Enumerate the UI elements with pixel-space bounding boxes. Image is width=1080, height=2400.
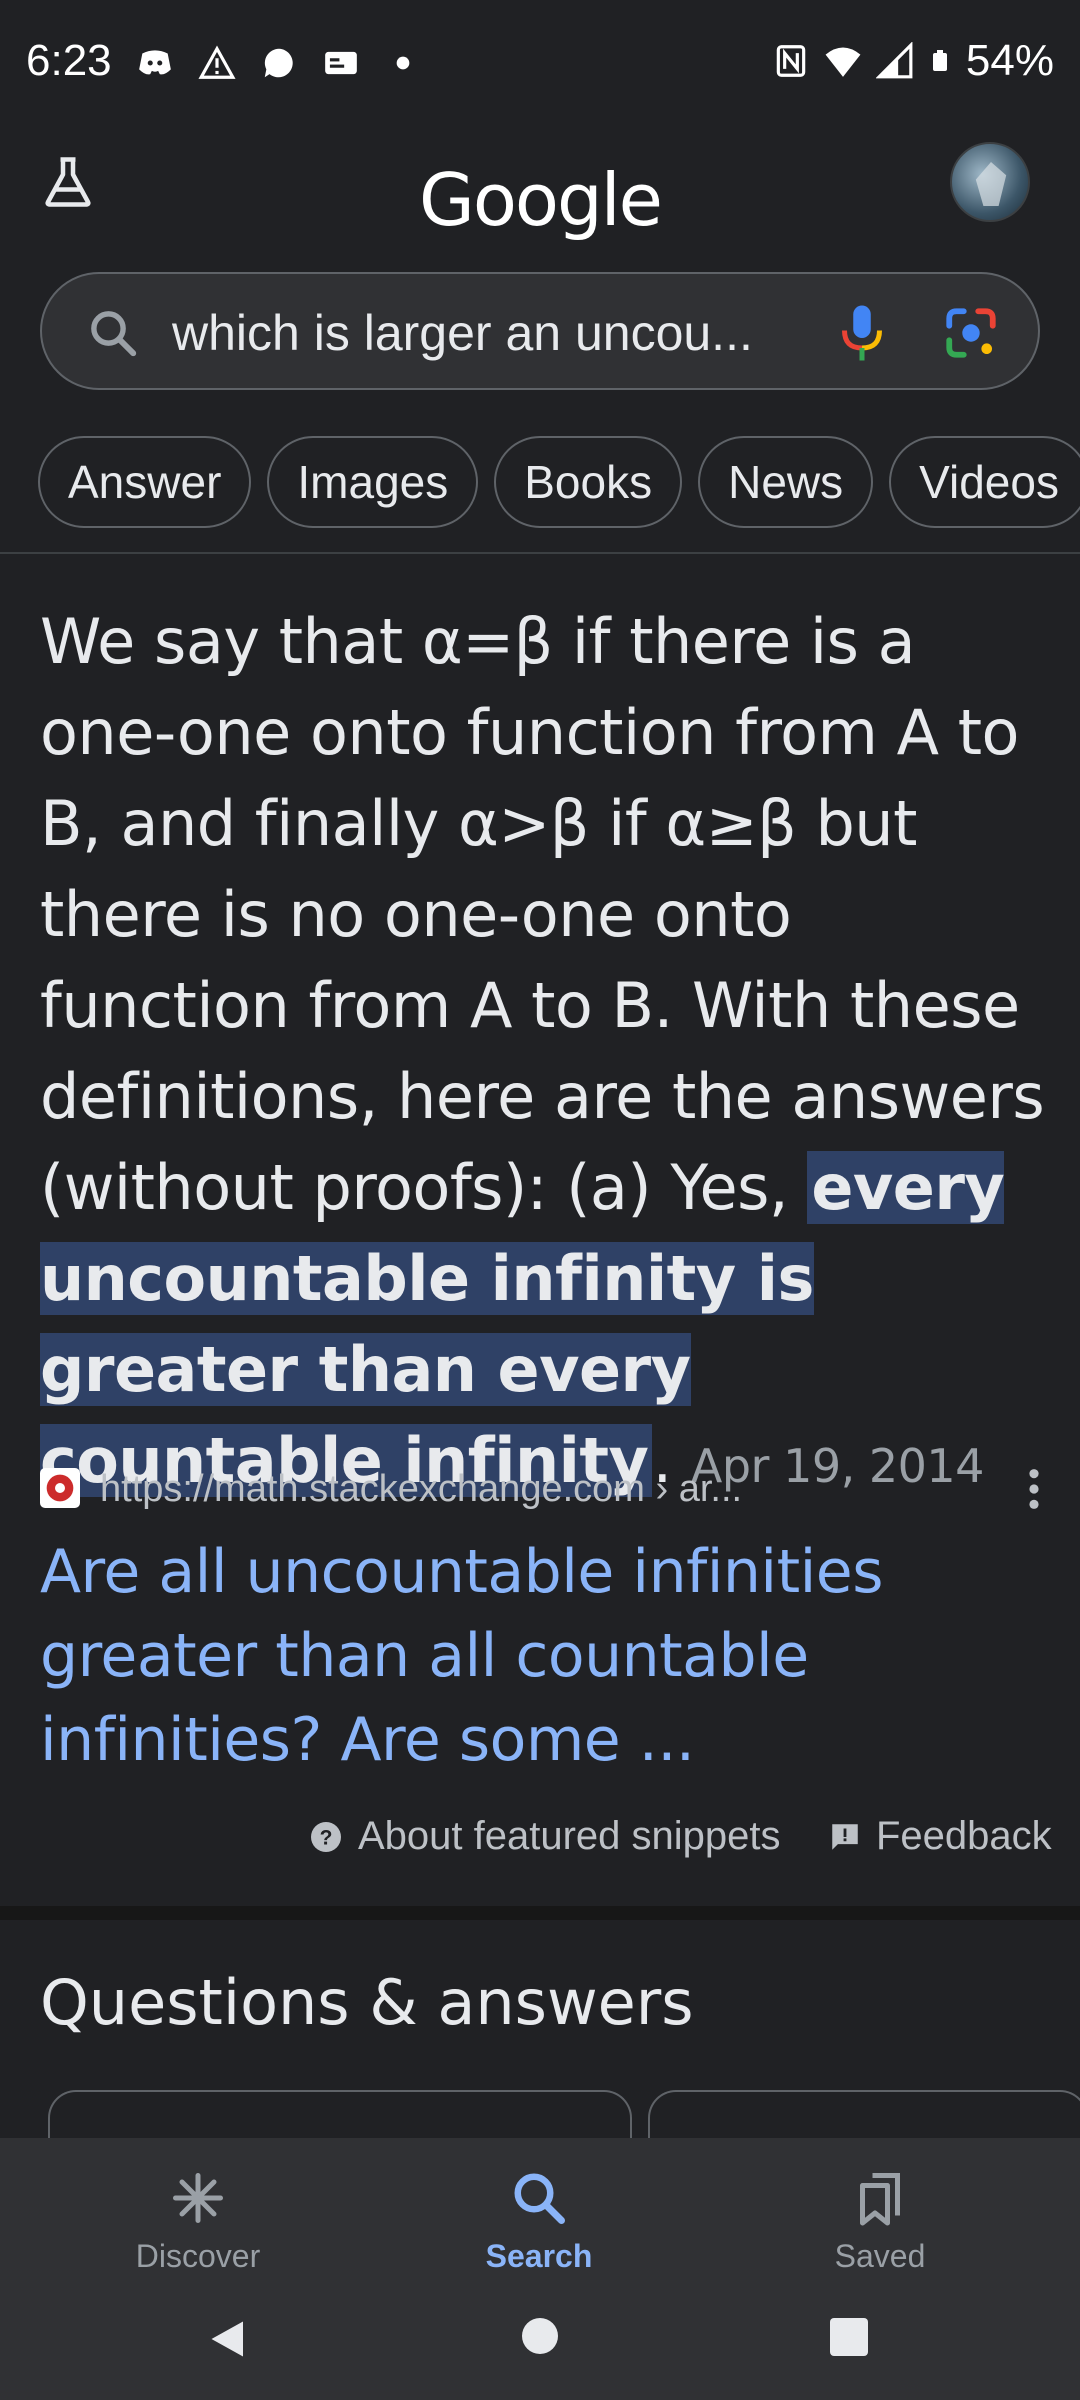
nav-search[interactable]: Search — [419, 2168, 659, 2275]
result-source[interactable]: https://math.stackexchange.com › ar... — [40, 1460, 1040, 1520]
system-navigation-bar — [0, 2300, 1080, 2380]
svg-text:?: ? — [320, 1826, 333, 1849]
nav-saved-label: Saved — [834, 2238, 926, 2274]
nav-search-label: Search — [485, 2238, 593, 2274]
chip-images[interactable]: Images — [267, 436, 479, 528]
id-card-icon — [325, 51, 357, 75]
section-separator — [0, 1906, 1080, 1920]
recent-apps-icon[interactable] — [830, 2318, 868, 2356]
help-icon: ? — [311, 1821, 341, 1852]
featured-snippet-text: We say that α=β if there is a one-one on… — [40, 596, 1050, 1512]
stackexchange-favicon-icon — [40, 1468, 80, 1508]
about-featured-snippets-link[interactable]: ? About featured snippets — [308, 1814, 781, 1859]
result-title-link[interactable]: Are all uncountable infinities greater t… — [40, 1530, 1000, 1782]
nav-saved[interactable]: Saved — [760, 2168, 1000, 2275]
status-time: 6:23 — [26, 36, 112, 85]
about-label: About featured snippets — [358, 1814, 781, 1858]
search-box[interactable]: which is larger an uncou... — [40, 272, 1040, 390]
status-right: 54% — [772, 36, 1054, 86]
wifi-icon — [825, 47, 861, 77]
questions-answers-heading: Questions & answers — [40, 1966, 694, 2039]
search-icon — [514, 2173, 565, 2224]
notification-icons — [136, 44, 422, 82]
saved-bookmarks-icon — [860, 2173, 900, 2226]
search-input[interactable]: which is larger an uncou... — [172, 304, 812, 362]
search-filter-chips: Answer Images Books News Videos — [38, 436, 1080, 528]
signal-icon — [875, 42, 913, 79]
feedback-icon — [832, 1823, 858, 1850]
battery-percent: 54% — [965, 36, 1054, 85]
nav-discover[interactable]: Discover — [78, 2168, 318, 2275]
more-options-icon[interactable] — [1026, 1466, 1042, 1512]
status-bar: 6:23 54% — [0, 0, 1080, 130]
result-url[interactable]: https://math.stackexchange.com › ar... — [100, 1468, 742, 1511]
back-icon[interactable] — [208, 2316, 250, 2362]
chip-answer[interactable]: Answer — [38, 436, 252, 528]
account-avatar[interactable] — [950, 142, 1030, 222]
google-lens-icon[interactable] — [942, 304, 1000, 362]
battery-icon — [932, 50, 947, 71]
feedback-link[interactable]: Feedback — [828, 1814, 1052, 1859]
home-icon[interactable] — [522, 2318, 558, 2354]
chips-divider — [0, 552, 1080, 554]
google-logo: Google — [419, 158, 663, 242]
discover-asterisk-icon — [173, 2173, 223, 2223]
messenger-icon — [264, 48, 293, 78]
warning-icon — [198, 45, 236, 79]
nfc-icon — [776, 45, 806, 77]
chip-books[interactable]: Books — [494, 436, 683, 528]
nav-discover-label: Discover — [135, 2238, 261, 2274]
microphone-icon[interactable] — [832, 300, 892, 366]
chip-news[interactable]: News — [698, 436, 874, 528]
snippet-footer: ? About featured snippets Feedback — [0, 1814, 1080, 1884]
feedback-label: Feedback — [876, 1814, 1052, 1858]
snippet-text: We say that α=β if there is a one-one on… — [40, 605, 1045, 1224]
chip-videos[interactable]: Videos — [889, 436, 1080, 528]
search-icon — [91, 311, 137, 357]
discord-icon — [139, 50, 171, 75]
dot-icon — [396, 56, 410, 70]
